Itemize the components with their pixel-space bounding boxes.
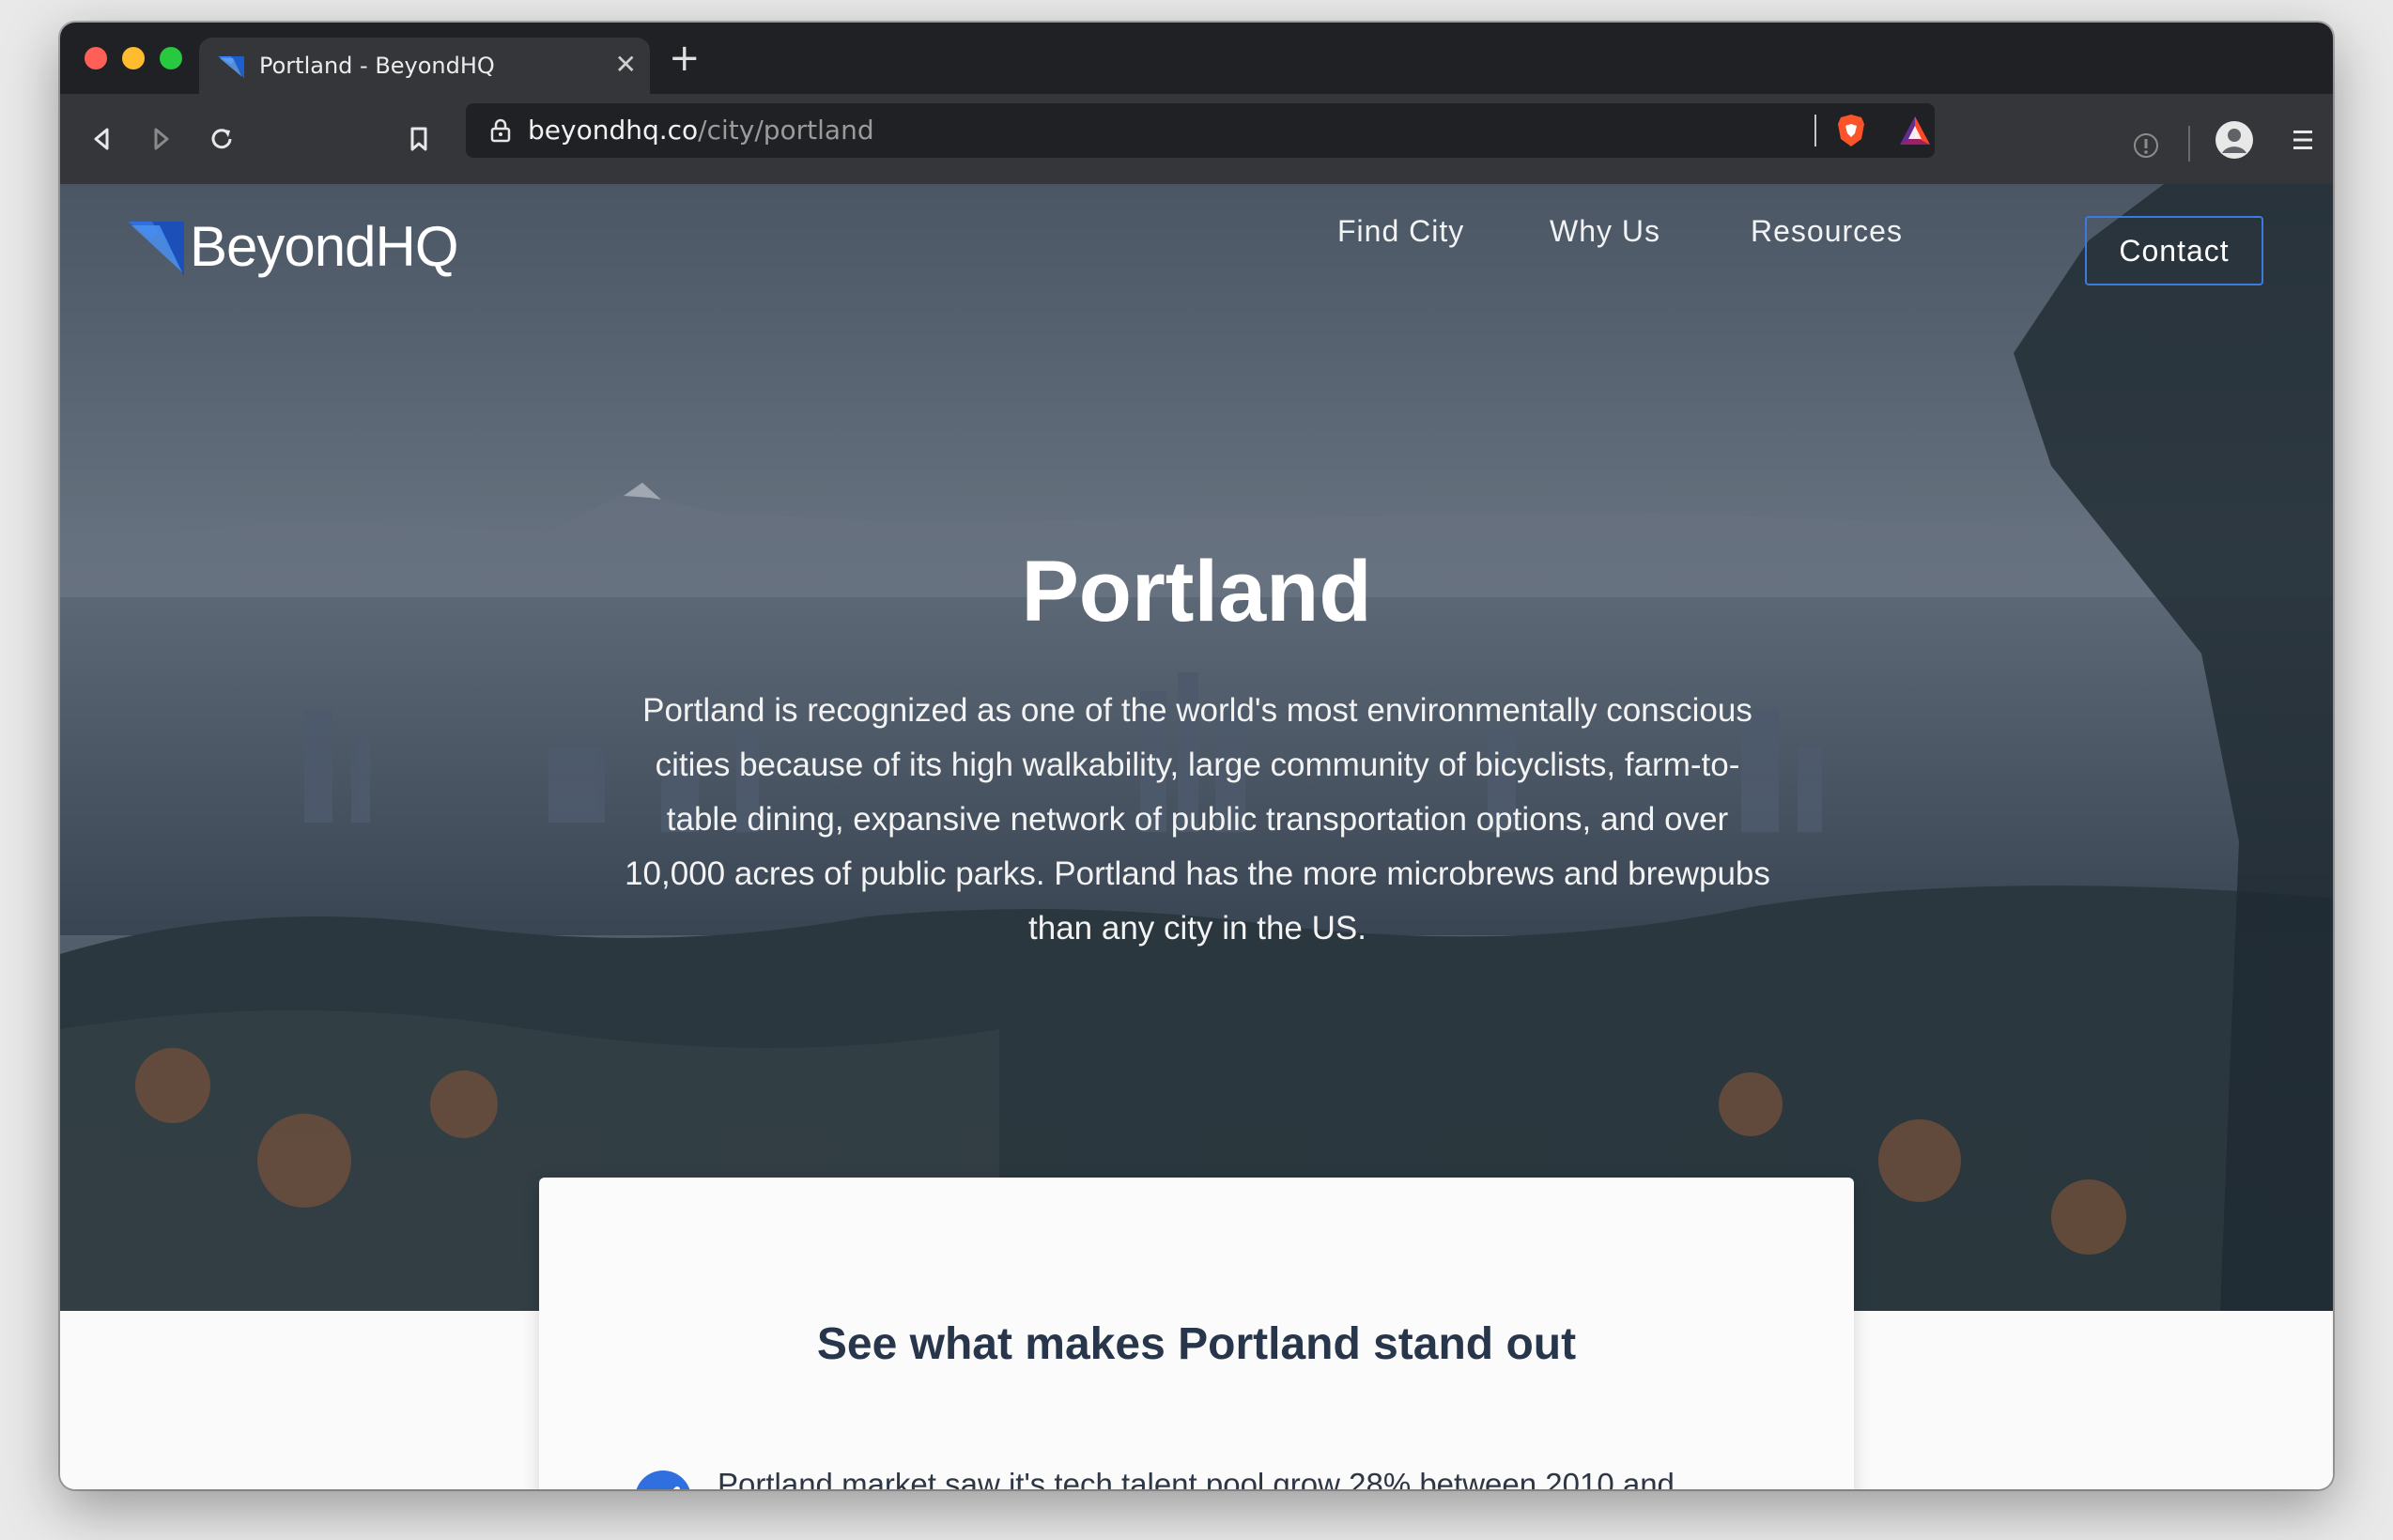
browser-toolbar: beyondhq.co/city/portland xyxy=(60,94,2333,184)
reload-icon[interactable] xyxy=(203,120,240,158)
minimize-window-button[interactable] xyxy=(122,47,145,69)
forward-icon[interactable] xyxy=(143,120,180,158)
browser-tab[interactable]: Portland - BeyondHQ ✕ xyxy=(199,38,650,94)
nav-link-why-us[interactable]: Why Us xyxy=(1550,214,1660,249)
city-description: Portland is recognized as one of the wor… xyxy=(625,692,1770,947)
nav-link-resources[interactable]: Resources xyxy=(1751,214,1903,249)
zoom-window-button[interactable] xyxy=(160,47,182,69)
web-page: BeyondHQ Find City Why Us Resources Cont… xyxy=(60,184,2333,1489)
city-title: Portland xyxy=(1021,544,1372,639)
close-window-button[interactable] xyxy=(85,47,107,69)
url-path: /city/portland xyxy=(698,115,874,146)
bookmark-icon[interactable] xyxy=(400,120,438,158)
tab-title: Portland - BeyondHQ xyxy=(259,53,495,79)
toolbar-divider xyxy=(2188,126,2190,162)
close-tab-icon[interactable]: ✕ xyxy=(615,51,637,79)
contact-button[interactable]: Contact xyxy=(2085,216,2263,285)
beyondhq-favicon-icon xyxy=(218,56,244,79)
info-icon[interactable] xyxy=(2132,131,2160,160)
tab-bar: Portland - BeyondHQ ✕ + xyxy=(60,23,2333,94)
url-host: beyondhq.co xyxy=(528,115,699,146)
nav-link-find-city[interactable]: Find City xyxy=(1337,214,1464,249)
highlights-heading: See what makes Portland stand out xyxy=(816,1319,1577,1369)
checkmark-icon xyxy=(636,1471,690,1489)
brave-rewards-icon[interactable] xyxy=(1897,113,1933,148)
new-tab-button[interactable]: + xyxy=(669,39,701,77)
profile-avatar-icon[interactable] xyxy=(2215,120,2254,160)
brave-shields-icon[interactable] xyxy=(1835,113,1867,148)
address-bar-divider xyxy=(1814,115,1816,146)
highlight-point: Portland market saw it's tech talent poo… xyxy=(718,1467,1675,1489)
beyondhq-logo-mark-icon xyxy=(128,222,184,276)
hero-section: BeyondHQ Find City Why Us Resources Cont… xyxy=(60,184,2333,1311)
menu-icon[interactable] xyxy=(2290,126,2316,154)
beyondhq-logo[interactable]: BeyondHQ xyxy=(128,212,503,287)
back-icon[interactable] xyxy=(83,120,120,158)
browser-window: Portland - BeyondHQ ✕ + beyondhq.co/city… xyxy=(60,23,2333,1489)
highlights-card: See what makes Portland stand out Portla… xyxy=(539,1178,1854,1489)
address-bar[interactable]: beyondhq.co/city/portland xyxy=(466,103,1935,158)
lock-icon xyxy=(490,118,511,143)
logo-text: BeyondHQ xyxy=(190,215,458,278)
url-text: beyondhq.co/city/portland xyxy=(528,115,874,146)
